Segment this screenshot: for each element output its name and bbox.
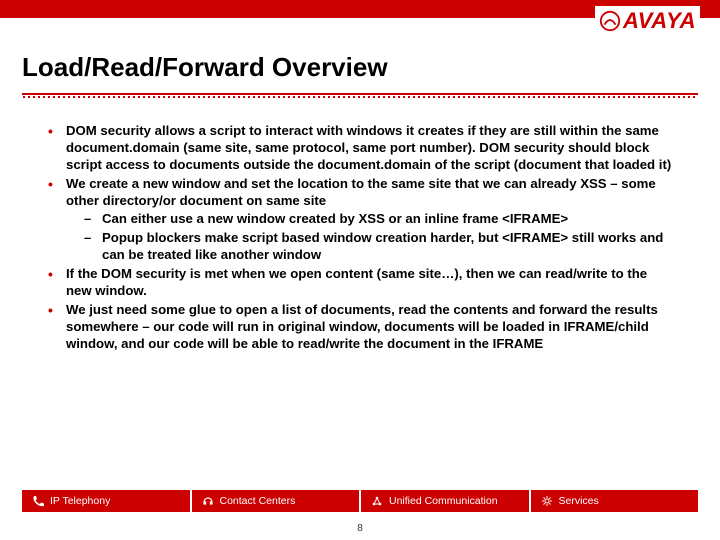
bullet-item: We just need some glue to open a list of… <box>48 302 672 353</box>
brand-logo: AVAYA <box>595 6 700 36</box>
brand-name: AVAYA <box>623 8 696 34</box>
footer-item-ip-telephony: IP Telephony <box>22 490 190 512</box>
gear-icon <box>541 495 553 507</box>
sub-bullet-list: Can either use a new window created by X… <box>66 211 672 264</box>
network-icon <box>371 495 383 507</box>
footer-label: Contact Centers <box>220 495 296 507</box>
footer-nav: IP Telephony Contact Centers Unified Com… <box>0 481 720 521</box>
bullet-list: DOM security allows a script to interact… <box>48 123 672 353</box>
bullet-item: We create a new window and set the locat… <box>48 176 672 264</box>
sub-bullet-text: Popup blockers make script based window … <box>102 230 663 262</box>
phone-icon <box>32 495 44 507</box>
slide-body: DOM security allows a script to interact… <box>0 95 720 481</box>
slide: AVAYA Load/Read/Forward Overview DOM sec… <box>0 0 720 540</box>
footer-item-contact-centers: Contact Centers <box>192 490 360 512</box>
sub-bullet-item: Can either use a new window created by X… <box>74 211 672 228</box>
bullet-item: DOM security allows a script to interact… <box>48 123 672 174</box>
footer-item-services: Services <box>531 490 699 512</box>
footer-item-unified-communication: Unified Communication <box>361 490 529 512</box>
sub-bullet-item: Popup blockers make script based window … <box>74 230 672 264</box>
title-underline-decoration <box>22 93 698 95</box>
sub-bullet-text: Can either use a new window created by X… <box>102 211 568 226</box>
headset-icon <box>202 495 214 507</box>
bullet-item: If the DOM security is met when we open … <box>48 266 672 300</box>
footer-label: Services <box>559 495 599 507</box>
bullet-text: We create a new window and set the locat… <box>66 176 656 208</box>
avaya-mark-icon <box>599 10 621 32</box>
bullet-text: DOM security allows a script to interact… <box>66 123 671 172</box>
bullet-text: If the DOM security is met when we open … <box>66 266 647 298</box>
footer-label: IP Telephony <box>50 495 110 507</box>
bullet-text: We just need some glue to open a list of… <box>66 302 658 351</box>
page-number: 8 <box>0 521 720 540</box>
page-title: Load/Read/Forward Overview <box>22 52 698 83</box>
footer-label: Unified Communication <box>389 495 498 507</box>
